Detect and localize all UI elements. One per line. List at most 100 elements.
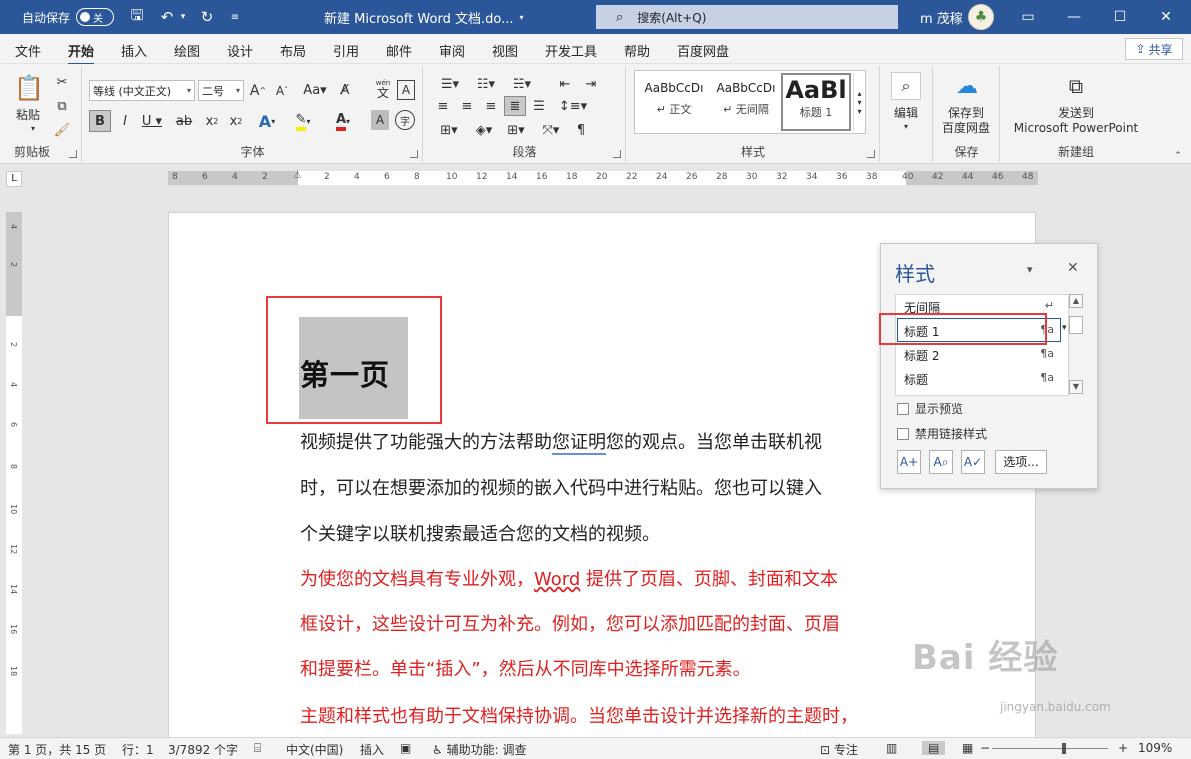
styles-launcher-icon[interactable] xyxy=(867,150,875,158)
distributed-icon[interactable]: ☰ xyxy=(528,96,550,116)
numbering-icon[interactable]: ☷▾ xyxy=(470,74,502,94)
zoom-slider-thumb[interactable] xyxy=(1061,743,1066,754)
subscript-icon[interactable]: x2 xyxy=(201,110,223,132)
vertical-ruler[interactable]: 4 2 2 4 6 8 10 12 14 16 18 xyxy=(6,212,22,734)
ribbon-display-icon[interactable]: ▭ xyxy=(1005,0,1051,34)
show-preview-checkbox[interactable]: 显示预览 xyxy=(897,400,963,417)
tab-layout[interactable]: 布局 xyxy=(280,41,306,60)
share-button[interactable]: ⇪ 共享 xyxy=(1125,38,1183,60)
tab-view[interactable]: 视图 xyxy=(492,41,518,60)
format-painter-icon[interactable]: 🖌 xyxy=(52,120,72,140)
heading-text[interactable]: 第一页 xyxy=(300,352,390,394)
tab-developer[interactable]: 开发工具 xyxy=(545,41,597,60)
copy-icon[interactable]: ⧉ xyxy=(52,96,72,116)
font-color-icon[interactable]: A ▾ xyxy=(329,110,357,132)
style-list-item[interactable]: 标题 ¶a xyxy=(904,371,1060,388)
line-spacing-icon[interactable]: ↕≡▾ xyxy=(558,96,588,116)
bold-icon[interactable]: B xyxy=(89,110,111,132)
character-shading-icon[interactable]: A xyxy=(371,110,389,130)
show-marks-icon[interactable]: ¶ xyxy=(570,120,592,140)
paragraph-launcher-icon[interactable] xyxy=(613,150,621,158)
proofing-icon[interactable]: ⌸ xyxy=(254,741,261,756)
style-list-item[interactable]: 标题 2 ¶a xyxy=(904,347,1060,364)
user-avatar[interactable]: ♣ xyxy=(968,4,994,30)
styles-scroll-icon[interactable]: ▴ ▾ ▾ xyxy=(853,73,865,131)
font-size-combo[interactable]: 二号 ▾ xyxy=(198,80,244,101)
enclose-characters-icon[interactable]: 字 xyxy=(395,110,415,130)
horizontal-ruler[interactable]: 8 6 4 2 2 4 6 8 10 12 14 16 18 20 22 24 26 28 30 32 34 36 38 40… xyxy=(168,171,1038,185)
pane-close-icon[interactable]: ✕ xyxy=(1067,260,1079,276)
pane-options-icon[interactable]: ▾ xyxy=(1027,263,1033,276)
change-case-icon[interactable]: Aa▾ xyxy=(301,80,329,101)
align-right-icon[interactable]: ≡ xyxy=(480,96,502,116)
paste-label[interactable]: 粘贴 xyxy=(8,108,48,123)
multilevel-list-icon[interactable]: ☵▾ xyxy=(506,74,538,94)
paragraph-1-line-1[interactable]: 视频提供了功能强大的方法帮助您证明您的观点。当您单击联机视 xyxy=(300,432,822,455)
paragraph-2-line-1[interactable]: 为使您的文档具有专业外观，Word 提供了页眉、页脚、封面和文本 xyxy=(300,569,838,591)
shrink-font-icon[interactable]: Aˇ xyxy=(272,80,292,101)
word-count[interactable]: 3/7892 个字 xyxy=(168,741,238,758)
send-to-powerpoint-button[interactable]: 发送到 Microsoft PowerPoint xyxy=(1001,106,1151,136)
tab-mailings[interactable]: 邮件 xyxy=(386,41,412,60)
paragraph-1-line-3[interactable]: 个关键字以联机搜索最适合您的文档的视频。 xyxy=(300,524,660,546)
minimize-icon[interactable]: — xyxy=(1051,0,1097,34)
tab-file[interactable]: 文件 xyxy=(15,41,41,60)
editing-label[interactable]: 编辑 xyxy=(881,106,931,121)
style-item-dropdown-icon[interactable]: ▾ xyxy=(1062,323,1067,333)
page-count[interactable]: 第 1 页，共 15 页 xyxy=(8,741,106,758)
tab-references[interactable]: 引用 xyxy=(333,41,359,60)
tab-home[interactable]: 开始 xyxy=(68,41,95,66)
clear-formatting-icon[interactable]: A̸ xyxy=(335,80,355,101)
grow-font-icon[interactable]: A ^ xyxy=(248,80,268,101)
paste-dropdown-icon[interactable]: ▾ xyxy=(28,124,38,133)
tab-baidu-netdisk[interactable]: 百度网盘 xyxy=(677,41,729,60)
scroll-thumb[interactable] xyxy=(1069,316,1083,334)
tab-insert[interactable]: 插入 xyxy=(121,41,147,60)
zoom-slider[interactable] xyxy=(992,748,1108,749)
editing-dropdown-icon[interactable]: ▾ xyxy=(901,122,911,131)
tab-design[interactable]: 设计 xyxy=(227,41,253,60)
text-effects-icon[interactable]: A ▾ xyxy=(253,110,281,132)
manage-styles-icon[interactable]: A✓ xyxy=(961,450,985,474)
strikethrough-icon[interactable]: ab xyxy=(173,110,195,132)
print-layout-icon[interactable]: ▤ xyxy=(922,741,946,755)
align-left-icon[interactable]: ≡ xyxy=(432,96,454,116)
decrease-indent-icon[interactable]: ⇤ xyxy=(554,74,576,94)
character-border-icon[interactable]: A xyxy=(397,80,415,100)
borders-icon[interactable]: ⊞▾ xyxy=(502,120,530,140)
zoom-level[interactable]: 109% xyxy=(1138,741,1172,755)
shading-icon[interactable]: ◈▾ xyxy=(470,120,498,140)
find-icon[interactable]: ⌕ xyxy=(891,72,921,100)
language[interactable]: 中文(中国) xyxy=(286,741,343,758)
paragraph-3-line-1[interactable]: 主题和样式也有助于文档保持协调。当您单击设计并选择新的主题时， xyxy=(300,706,858,728)
focus-mode[interactable]: ⊡ 专注 xyxy=(820,741,858,758)
clipboard-launcher-icon[interactable] xyxy=(69,150,77,158)
style-inspector-icon[interactable]: A⌕ xyxy=(929,450,953,474)
tab-selector[interactable]: L xyxy=(6,171,22,187)
user-name[interactable]: m 茂稼 xyxy=(920,0,963,34)
close-icon[interactable]: ✕ xyxy=(1143,0,1189,34)
underline-icon[interactable]: U ▾ xyxy=(139,110,165,132)
options-button[interactable]: 选项... xyxy=(995,450,1047,474)
paragraph-2-line-3[interactable]: 和提要栏。单击“插入”，然后从不同库中选择所需元素。 xyxy=(300,659,751,681)
new-style-icon[interactable]: A+ xyxy=(897,450,921,474)
tab-help[interactable]: 帮助 xyxy=(624,41,650,60)
justify-icon[interactable]: ≣ xyxy=(504,96,526,116)
paragraph-1-line-2[interactable]: 时，可以在想要添加的视频的嵌入代码中进行粘贴。您也可以键入 xyxy=(300,478,822,500)
superscript-icon[interactable]: x2 xyxy=(225,110,247,132)
paragraph-2-line-2[interactable]: 框设计，这些设计可互为补充。例如，您可以添加匹配的封面、页眉 xyxy=(300,614,840,636)
cut-icon[interactable]: ✂ xyxy=(52,72,72,92)
style-no-spacing[interactable]: AaBbCcDı ↵ 无间隔 xyxy=(711,73,781,131)
macro-icon[interactable]: ▣ xyxy=(400,741,411,755)
baidu-cloud-icon[interactable]: ☁ xyxy=(952,72,982,100)
increase-indent-icon[interactable]: ⇥ xyxy=(580,74,602,94)
sort-icon[interactable]: ⤧▾ xyxy=(536,120,566,140)
powerpoint-icon[interactable]: ⧉ xyxy=(1061,72,1091,100)
zoom-in-icon[interactable]: + xyxy=(1118,741,1128,755)
autosave[interactable]: 自动保存 关 xyxy=(22,0,115,34)
collapse-ribbon-icon[interactable]: ⌃ xyxy=(1172,150,1184,162)
insert-mode[interactable]: 插入 xyxy=(360,741,384,758)
undo-dropdown-icon[interactable]: ▾ xyxy=(178,6,188,28)
indent-marker-icon[interactable]: ⏃ xyxy=(293,168,302,181)
customize-qat-icon[interactable]: ≡ xyxy=(224,6,246,28)
